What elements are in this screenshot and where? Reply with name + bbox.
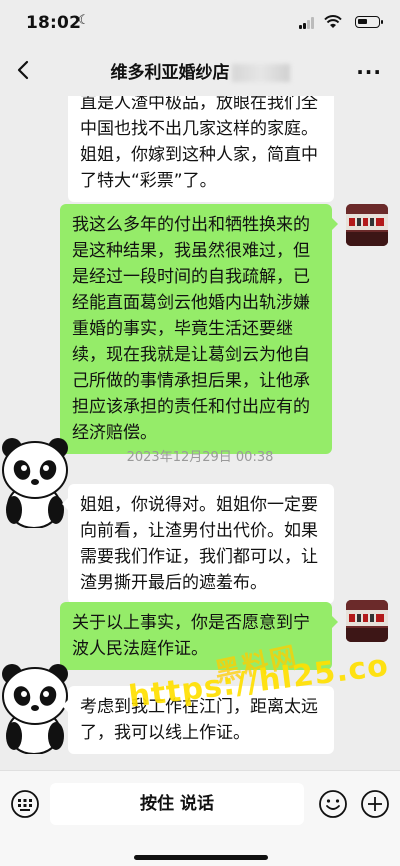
status-time: 18:02 [26,13,82,33]
message-bubble-incoming[interactable]: 姐姐，你说得对。姐姐你一定要向前看，让渣男付出代价。如果需要我们作证，我们都可以… [62,484,334,604]
plus-icon[interactable] [360,789,390,819]
avatar-image [346,204,388,246]
chat-title: 维多利亚婚纱店 [0,58,400,83]
panda-avatar[interactable] [0,436,72,528]
chat-area[interactable]: 直是人渣中极品，放眼在我们全中国也找不出几家这样的家庭。姐姐，你嫁到这种人家，简… [0,96,400,770]
chat-header: 维多利亚婚纱店 ··· [0,44,400,96]
wifi-icon [324,15,342,28]
hold-to-talk-button[interactable]: 按住 说话 [50,783,304,825]
input-bar: 按住 说话 [0,770,400,866]
battery-icon [355,16,383,28]
message-text: 我这么多年的付出和牺牲换来的是这种结果，我虽然很难过，但是经过一段时间的自我疏解… [72,215,310,443]
self-avatar[interactable] [346,204,388,246]
voice-keyboard-toggle-icon[interactable] [10,789,40,819]
message-text: 姐姐，你说得对。姐姐你一定要向前看，让渣男付出代价。如果需要我们作证，我们都可以… [80,495,318,593]
self-avatar[interactable] [346,600,388,642]
chat-title-text: 维多利亚婚纱店 [110,63,230,83]
avatar-image [346,600,388,642]
censor-blur [231,64,290,82]
status-bar: 18:02 ☾ [0,0,400,44]
moon-icon: ☾ [78,13,90,28]
message-bubble-incoming[interactable]: 直是人渣中极品，放眼在我们全中国也找不出几家这样的家庭。姐姐，你嫁到这种人家，简… [68,96,334,202]
more-options-icon[interactable]: ··· [356,60,382,84]
home-indicator [134,855,268,860]
signal-icon [299,17,316,29]
emoji-icon[interactable] [318,789,348,819]
message-bubble-outgoing[interactable]: 我这么多年的付出和牺牲换来的是这种结果，我虽然很难过，但是经过一段时间的自我疏解… [60,204,338,454]
message-text: 直是人渣中极品，放眼在我们全中国也找不出几家这样的家庭。姐姐，你嫁到这种人家，简… [80,96,318,191]
